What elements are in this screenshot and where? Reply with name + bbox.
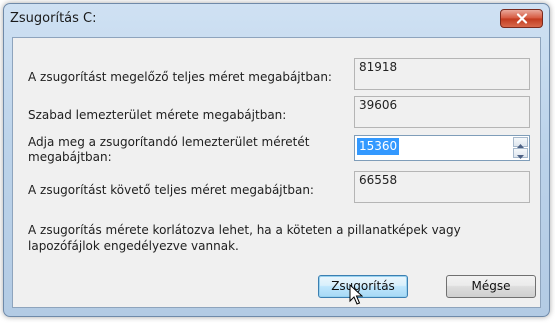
limit-note-line2: lapozófájlok engedélyezve vannak. [28,239,239,253]
total-after-label: A zsugorítást követő teljes méret megabá… [28,183,314,197]
shrink-amount-label-line1: Adja meg a zsugorítandó lemezterület mér… [28,135,310,149]
spin-down-button[interactable] [513,148,528,159]
limit-note-line1: A zsugorítás mérete korlátozva lehet, ha… [28,223,461,237]
title-bar[interactable]: Zsugorítás C: [4,4,549,36]
shrink-button[interactable]: Zsugorítás [318,275,408,298]
limit-note: A zsugorítás mérete korlátozva lehet, ha… [28,222,461,254]
cancel-button[interactable]: Mégse [446,275,536,298]
total-before-label: A zsugorítást megelőző teljes méret mega… [28,70,332,84]
free-space-value: 39606 [354,96,530,128]
total-before-value: 81918 [354,58,530,90]
free-space-label: Szabad lemezterület mérete megabájtban: [28,108,287,122]
dialog-body: A zsugorítást megelőző teljes méret mega… [12,37,541,308]
shrink-amount-input[interactable]: 15360 [357,138,400,155]
mouse-pointer-icon [349,283,364,310]
shrink-dialog: Zsugorítás C: A zsugorítást megelőző tel… [3,3,550,317]
shrink-amount-label-line2: megabájtban: [28,150,112,164]
total-after-value: 66558 [354,171,530,203]
dialog-title: Zsugorítás C: [10,11,97,26]
close-icon [516,13,528,24]
arrow-down-icon [517,144,524,163]
shrink-amount-label: Adja meg a zsugorítandó lemezterület mér… [28,135,309,165]
close-button[interactable] [500,9,543,28]
shrink-amount-stepper[interactable]: 15360 [354,135,530,161]
